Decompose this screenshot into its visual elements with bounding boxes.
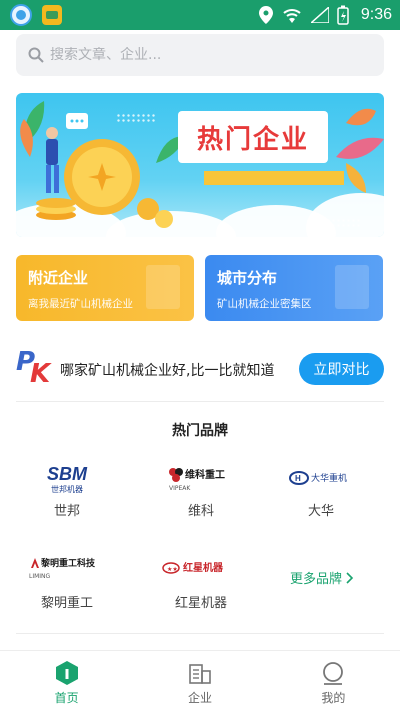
svg-text:黎明重工科技: 黎明重工科技	[40, 557, 96, 569]
wifi-icon	[283, 9, 301, 23]
search-input[interactable]	[50, 47, 350, 63]
search-icon	[28, 47, 44, 63]
svg-text:红星机器: 红星机器	[183, 561, 224, 574]
svg-text:SBM: SBM	[47, 464, 88, 484]
divider	[16, 633, 384, 634]
svg-text:H: H	[295, 474, 301, 483]
brand-item-vipeak[interactable]: 维科重工 VIPEAK 维科	[146, 462, 256, 519]
home-icon	[55, 661, 78, 685]
banner-title: 热门企业	[196, 124, 309, 155]
status-notifications	[10, 4, 62, 26]
battery-icon	[337, 5, 349, 25]
banner-title-box: 热门企业	[178, 111, 328, 163]
nav-home[interactable]: 首页	[0, 651, 133, 710]
bottom-nav: 首页 企业 我的	[0, 650, 400, 710]
nav-profile[interactable]: 我的	[267, 651, 400, 710]
svg-text:VIPEAK: VIPEAK	[169, 485, 191, 492]
location-icon	[258, 6, 273, 24]
vipeak-logo: 维科重工 VIPEAK	[146, 462, 256, 494]
hongxing-logo: ★★ 红星机器	[146, 554, 256, 586]
chevron-right-icon	[346, 571, 354, 584]
brand-item-hongxing[interactable]: ★★ 红星机器 红星机器	[146, 554, 256, 611]
brand-name: 世邦	[53, 504, 80, 519]
liming-logo: 黎明重工科技 LIMING	[12, 554, 122, 586]
nav-label: 企业	[187, 691, 212, 705]
compare-text: 哪家矿山机械企业好,比一比就知道	[60, 363, 275, 379]
pk-icon: PK	[16, 347, 51, 389]
signal-icon	[310, 7, 329, 23]
search-bar[interactable]	[16, 34, 384, 76]
card-subtitle: 离我最近矿山机械企业	[28, 298, 133, 310]
svg-text:大华重机: 大华重机	[311, 472, 347, 484]
status-bar: 9:36	[0, 0, 400, 30]
svg-text:维科重工: 维科重工	[185, 468, 225, 481]
nav-label: 我的	[321, 691, 346, 705]
section-title: 热门品牌	[172, 423, 228, 439]
hot-companies-banner[interactable]: 热门企业	[16, 93, 384, 237]
brand-name: 黎明重工	[40, 596, 93, 611]
dahua-logo: H 大华重机	[266, 462, 376, 494]
city-distribution-card[interactable]: 城市分布 矿山机械企业密集区	[205, 255, 383, 321]
brand-item-sbm[interactable]: SBM 世邦机器 世邦	[12, 462, 122, 519]
brand-item-liming[interactable]: 黎明重工科技 LIMING 黎明重工	[12, 554, 122, 611]
nav-label: 首页	[54, 691, 79, 705]
building-icon	[189, 664, 211, 684]
shop-notification-icon	[42, 5, 62, 25]
svg-text:LIMING: LIMING	[29, 573, 51, 580]
status-time: 9:36	[360, 6, 392, 23]
svg-text:★★: ★★	[167, 566, 178, 573]
brand-name: 大华	[307, 504, 334, 519]
profile-icon	[323, 662, 344, 685]
sbm-logo: SBM 世邦机器	[12, 462, 122, 494]
svg-text:世邦机器: 世邦机器	[51, 484, 83, 494]
card-subtitle: 矿山机械企业密集区	[217, 298, 312, 310]
compare-now-button[interactable]: 立即对比	[299, 353, 384, 385]
more-brands-link[interactable]: 更多品牌	[290, 568, 354, 587]
brand-name: 维科	[187, 504, 214, 519]
divider	[16, 401, 384, 402]
brand-name: 红星机器	[174, 596, 227, 611]
banner-ribbon	[204, 171, 344, 185]
more-brands-label: 更多品牌	[290, 572, 343, 587]
status-indicators: 9:36	[258, 5, 392, 25]
nearby-companies-card[interactable]: 附近企业 离我最近矿山机械企业	[16, 255, 194, 321]
nav-companies[interactable]: 企业	[133, 651, 266, 710]
app-notification-icon	[10, 4, 32, 26]
brand-item-dahua[interactable]: H 大华重机 大华	[266, 462, 376, 519]
